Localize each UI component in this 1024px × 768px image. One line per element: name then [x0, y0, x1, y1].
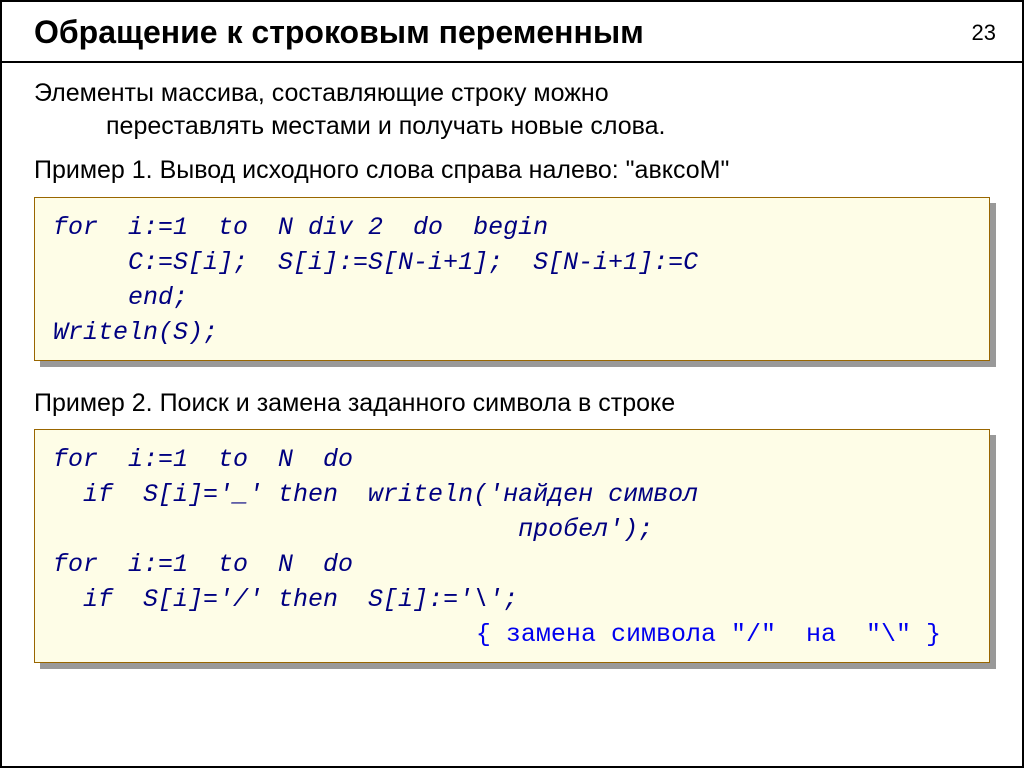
slide: 23 Обращение к строковым переменным Элем… [0, 0, 1024, 768]
code-2-main: for i:=1 to N do if S[i]='_' then writel… [53, 445, 698, 614]
intro-text: Элементы массива, составляющие строку мо… [2, 63, 1022, 148]
code-2-comment: { замена символа "/" на "\" } [53, 617, 971, 652]
code-block-1: for i:=1 to N div 2 do begin C:=S[i]; S[… [34, 197, 990, 361]
example-1-label: Пример 1. Вывод исходного слова справа н… [2, 148, 1022, 197]
intro-line-2: переставлять местами и получать новые сл… [34, 110, 990, 143]
intro-line-1: Элементы массива, составляющие строку мо… [34, 79, 609, 107]
page-number: 23 [972, 20, 996, 46]
page-title: Обращение к строковым переменным [2, 14, 1022, 61]
code-block-2: for i:=1 to N do if S[i]='_' then writel… [34, 429, 990, 663]
example-2-label: Пример 2. Поиск и замена заданного симво… [2, 381, 1022, 430]
